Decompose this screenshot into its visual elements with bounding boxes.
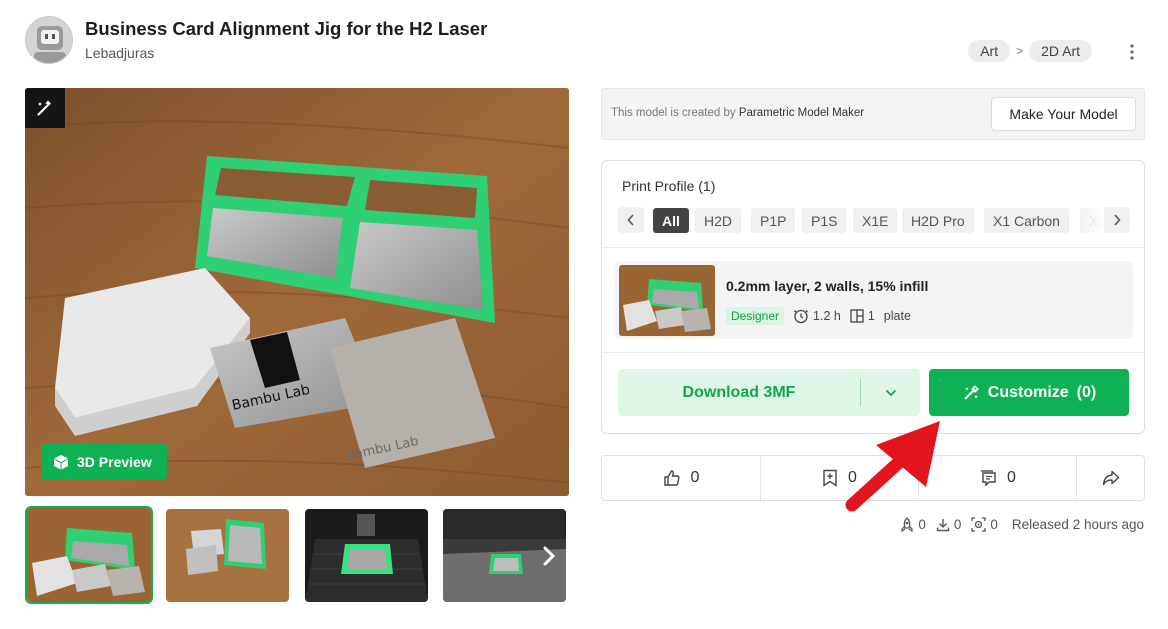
print-count: 0 [990,517,998,532]
creator-prefix: This model is created by [611,107,736,119]
author-avatar[interactable] [25,16,73,64]
chevron-down-icon[interactable] [861,369,920,416]
profile-thumbnail [619,265,715,336]
release-date: Released 2 hours ago [1011,517,1144,532]
model-title: Business Card Alignment Jig for the H2 L… [85,18,488,39]
chevron-left-icon[interactable] [618,207,644,233]
customize-button[interactable]: Customize (0) [929,369,1129,416]
customize-label: Customize [987,383,1069,401]
author-name[interactable]: Lebadjuras [85,45,154,61]
print-time: 1.2 h [793,308,841,324]
customizable-badge-icon [25,88,65,128]
creator-text: This model is created by Parametric Mode… [611,107,864,119]
rocket-icon [901,517,913,532]
plate-label: plate [883,309,911,323]
cube-icon [54,454,68,469]
thumbs-up-icon [663,470,680,486]
download-3mf-label[interactable]: Download 3MF [618,369,860,416]
plate-count-value: 1 [867,309,875,323]
chips-fade [1074,207,1104,235]
printer-filter-chips: All H2D P1P P1S X1E H2D Pro X1 Carbon X1 [618,207,1130,235]
make-your-model-button[interactable]: Make Your Model [991,97,1136,131]
customize-count: (0) [1076,383,1097,401]
filter-x1-carbon[interactable]: X1 Carbon [984,208,1069,233]
thumbnail-1[interactable] [25,506,153,604]
download-stat: 0 [936,517,962,532]
3d-preview-button[interactable]: 3D Preview [41,444,167,479]
magic-wand-icon [964,384,979,400]
designer-badge: Designer [726,307,785,325]
filter-p1p[interactable]: P1P [751,208,796,233]
download-count: 0 [953,517,962,532]
thumbnail-next-icon[interactable] [529,507,569,604]
download-3mf-button: Download 3MF [618,369,920,416]
thumbnail-2[interactable] [166,509,289,602]
thumbnail-strip [25,506,569,604]
thumbnail-3[interactable] [305,509,428,602]
filter-h2d-pro[interactable]: H2D Pro [902,208,974,233]
filter-x1e[interactable]: X1E [853,208,898,233]
clock-icon [794,309,808,324]
more-options-icon[interactable] [1122,42,1142,62]
divider [602,247,1144,248]
print-profile-card: Print Profile (1) All H2D P1P P1S X1E H2… [601,160,1145,434]
divider [602,352,1144,353]
plate-icon [850,309,864,323]
comment-icon [981,470,996,487]
profile-item[interactable]: 0.2mm layer, 2 walls, 15% infill Designe… [615,261,1133,339]
breadcrumb-separator: > [1016,44,1024,58]
breadcrumb: Art > 2D Art [968,40,1092,62]
boost-stat: 0 [900,517,926,532]
model-stats: 0 0 0 Released 2 hours ago [900,517,1144,532]
creator-name[interactable]: Parametric Model Maker [739,107,864,119]
print-stat: 0 [971,517,998,532]
download-icon [936,518,950,531]
bookmark-plus-icon [823,469,837,487]
print-profile-title: Print Profile (1) [622,178,716,194]
plate-count: 1 [850,309,875,323]
breadcrumb-art[interactable]: Art [968,40,1011,62]
chevron-right-icon[interactable] [1104,207,1130,233]
breadcrumb-2d-art[interactable]: 2D Art [1029,40,1092,62]
main-model-image[interactable]: Bambu Lab Bambu Lab 3D Preview [25,88,569,496]
creator-bar: This model is created by Parametric Mode… [601,88,1145,140]
model-photo: Bambu Lab Bambu Lab [25,88,569,496]
profile-name: 0.2mm layer, 2 walls, 15% infill [726,278,929,294]
3d-preview-label: 3D Preview [77,453,152,470]
boost-count: 0 [918,517,926,532]
comment-count: 0 [1007,469,1016,486]
share-icon [1102,470,1119,486]
like-button[interactable]: 0 [602,456,760,500]
filter-p1s[interactable]: P1S [802,208,847,233]
filter-all[interactable]: All [653,208,689,233]
profile-meta: Designer 1.2 h 1 plate [726,307,911,325]
share-button[interactable] [1077,456,1144,500]
print-target-icon [971,517,987,532]
filter-h2d[interactable]: H2D [695,208,742,233]
like-count: 0 [690,469,700,486]
print-time-value: 1.2 h [813,309,841,323]
annotation-arrow-icon [845,421,940,512]
